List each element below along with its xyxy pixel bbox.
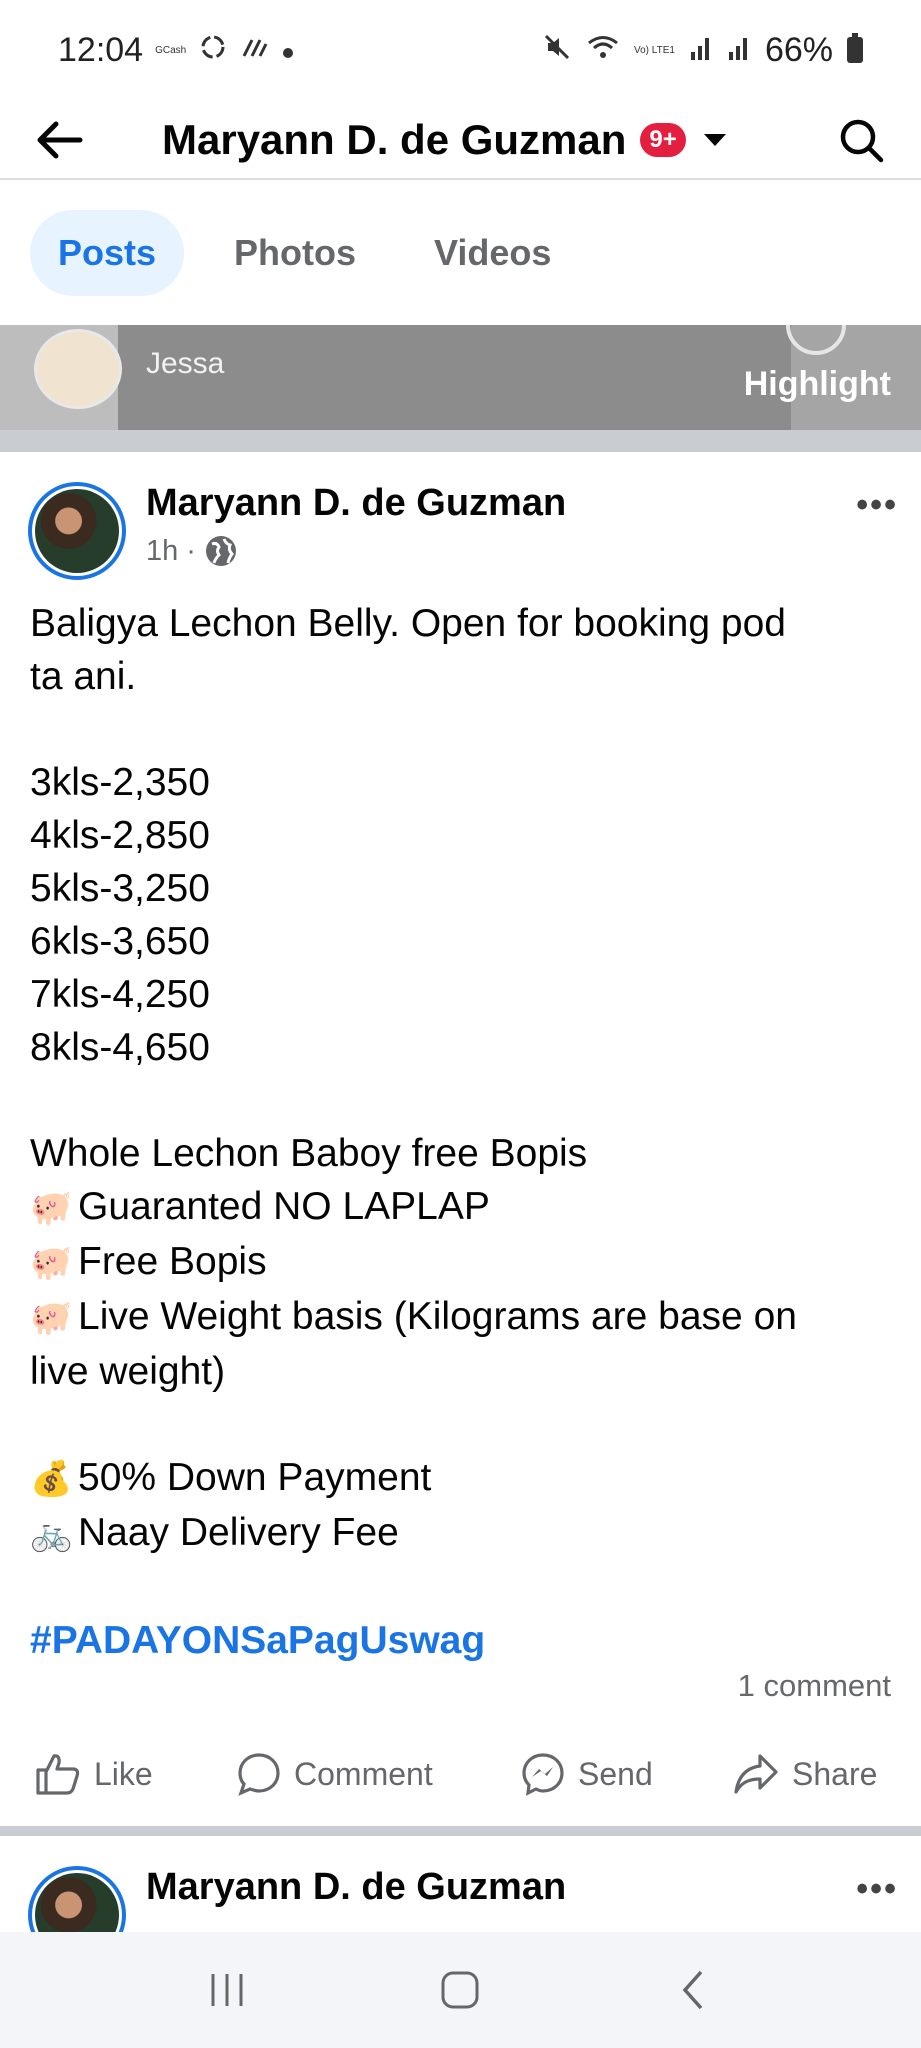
sync-icon xyxy=(198,32,228,69)
search-icon xyxy=(840,119,884,163)
comment-button[interactable]: Comment xyxy=(236,1751,433,1797)
thumbs-up-icon xyxy=(36,1754,80,1795)
terms-line: 💰 50% Down Payment xyxy=(30,1451,892,1506)
perk-line: 🐖 Guaranted NO LAPLAP xyxy=(30,1180,892,1235)
post-text-line: Whole Lechon Baboy free Bopis xyxy=(30,1132,588,1175)
content-tabs: Posts Photos Videos xyxy=(30,210,579,296)
profile-switcher[interactable]: Maryann D. de Guzman 9+ xyxy=(162,100,726,180)
more-options-icon[interactable]: ••• xyxy=(856,1870,898,1909)
pig-icon: 🐖 xyxy=(30,1299,73,1337)
messenger-icon xyxy=(522,1753,564,1796)
battery-icon xyxy=(847,33,863,63)
perk-text: Guaranted NO LAPLAP xyxy=(78,1185,490,1228)
home-icon xyxy=(441,1971,479,2009)
highlight-avatar xyxy=(34,329,122,409)
send-label: Send xyxy=(578,1755,653,1792)
app-header: Maryann D. de Guzman 9+ xyxy=(0,100,921,180)
more-options-icon[interactable]: ••• xyxy=(856,486,898,525)
like-label: Like xyxy=(94,1755,153,1792)
post-author[interactable]: Maryann D. de Guzman xyxy=(146,482,566,525)
perk-line: 🐖 Free Bopis xyxy=(30,1235,892,1290)
perk-text: Free Bopis xyxy=(78,1240,267,1283)
status-left: 12:04 GCash xyxy=(58,31,294,70)
globe-icon xyxy=(205,536,236,566)
post-meta: 1h · xyxy=(146,534,238,568)
post-text-line: Baligya Lechon Belly. Open for booking p… xyxy=(30,602,786,645)
status-right: Vo) LTE1 66% xyxy=(542,31,863,70)
highlight-name: Jessa xyxy=(146,347,225,380)
perk-line: 🐖 Live Weight basis (Kilograms are base o… xyxy=(30,1290,892,1345)
price-line: 6kls-3,650 xyxy=(30,920,210,963)
post-body: Baligya Lechon Belly. Open for booking p… xyxy=(30,597,892,1667)
highlight-label: Highlight xyxy=(743,365,891,403)
send-button[interactable]: Send xyxy=(520,1751,653,1797)
post-separator xyxy=(0,1826,921,1836)
back-button[interactable] xyxy=(30,110,90,170)
system-nav-bar xyxy=(0,1932,921,2048)
signal-icon-2 xyxy=(727,34,751,67)
wifi-icon xyxy=(586,32,620,69)
price-line: 3kls-2,350 xyxy=(30,761,210,804)
like-button[interactable]: Like xyxy=(34,1752,153,1796)
share-label: Share xyxy=(792,1755,878,1792)
signal-icon xyxy=(689,34,713,67)
money-bag-icon: 💰 xyxy=(30,1460,73,1498)
post-text-line: ta ani. xyxy=(30,655,137,698)
tab-videos[interactable]: Videos xyxy=(406,210,579,296)
tab-posts[interactable]: Posts xyxy=(30,210,185,296)
status-time: 12:04 xyxy=(58,30,144,69)
chevron-left-icon xyxy=(682,1970,703,2010)
meta-separator: · xyxy=(186,534,196,567)
price-line: 7kls-4,250 xyxy=(30,973,210,1016)
terms-line: 🚲 Naay Delivery Fee xyxy=(30,1506,892,1561)
page-title: Maryann D. de Guzman xyxy=(162,116,627,163)
share-icon xyxy=(734,1754,778,1794)
highlight-strip[interactable]: Jessa Highlight xyxy=(0,325,921,430)
comment-label: Comment xyxy=(294,1755,433,1792)
system-back-button[interactable] xyxy=(664,1960,724,2020)
comment-icon xyxy=(238,1753,280,1796)
caret-down-icon xyxy=(703,134,726,146)
avatar xyxy=(35,489,119,573)
recent-apps-button[interactable] xyxy=(197,1960,257,2020)
section-divider xyxy=(0,430,921,452)
hashtag-link[interactable]: #PADAYONSaPagUswag xyxy=(30,1614,892,1667)
terms-text: Naay Delivery Fee xyxy=(78,1511,399,1554)
recent-apps-icon xyxy=(211,1974,243,2006)
price-line: 8kls-4,650 xyxy=(30,1026,210,1069)
search-button[interactable] xyxy=(831,110,891,170)
pig-icon: 🐖 xyxy=(30,1189,73,1227)
arrow-left-icon xyxy=(37,121,83,159)
comment-count[interactable]: 1 comment xyxy=(738,1668,891,1704)
price-line: 4kls-2,850 xyxy=(30,814,210,857)
status-bar: 12:04 GCash Vo) LTE1 66% xyxy=(0,0,921,100)
notification-badge: 9+ xyxy=(640,123,686,157)
terms-text: 50% Down Payment xyxy=(78,1456,432,1499)
home-button[interactable] xyxy=(430,1960,490,2020)
tab-photos[interactable]: Photos xyxy=(206,210,384,296)
perk-text: Live Weight basis (Kilograms are base on xyxy=(78,1295,797,1338)
post-time[interactable]: 1h xyxy=(146,535,178,568)
author-avatar-ring[interactable] xyxy=(28,482,126,580)
price-line: 5kls-3,250 xyxy=(30,867,210,910)
data-saver-icon xyxy=(240,34,270,67)
gcash-icon: GCash xyxy=(155,44,187,56)
bicycle-icon: 🚲 xyxy=(30,1515,73,1553)
battery-percent: 66% xyxy=(764,30,833,69)
network-label: Vo) LTE1 xyxy=(633,44,675,56)
mute-icon xyxy=(542,32,572,69)
post-actions: Like Comment Send Share xyxy=(0,1740,921,1808)
post-author[interactable]: Maryann D. de Guzman xyxy=(146,1866,566,1909)
post-text-line: live weight) xyxy=(30,1350,226,1393)
pig-icon: 🐖 xyxy=(30,1244,73,1282)
dot-icon xyxy=(282,35,294,66)
share-button[interactable]: Share xyxy=(732,1752,877,1796)
post-header: Maryann D. de Guzman 1h · ••• xyxy=(28,478,898,580)
